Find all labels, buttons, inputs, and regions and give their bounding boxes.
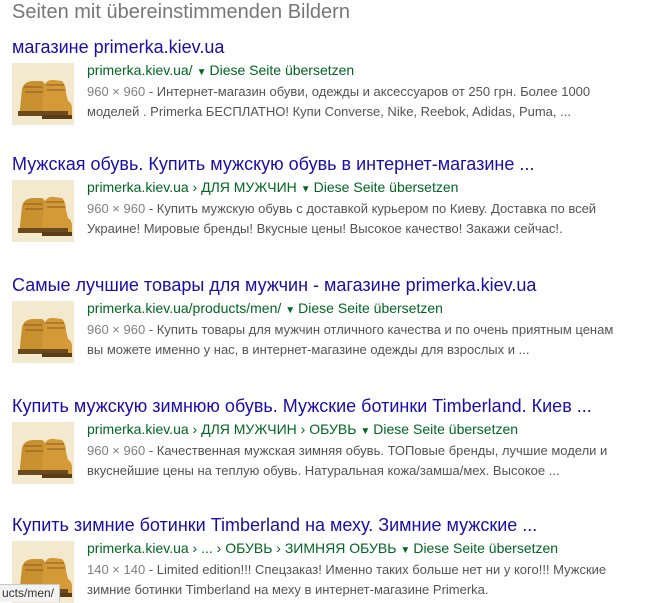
image-dimensions: 960 × 960 (87, 84, 146, 99)
result-url-line: primerka.kiev.ua › ДЛЯ МУЖЧИН ▼ Diese Seit… (87, 178, 667, 199)
dropdown-arrow-icon[interactable]: ▼ (301, 184, 311, 195)
dropdown-arrow-icon[interactable]: ▼ (400, 545, 410, 556)
result-title-link[interactable]: Мужская обувь. Купить мужскую обувь в ин… (12, 153, 662, 175)
result-snippet: 960 × 960 - Купить мужскую обувь с доста… (87, 199, 667, 239)
dropdown-arrow-icon[interactable]: ▼ (285, 305, 295, 316)
translate-link[interactable]: Diese Seite übersetzen (373, 421, 518, 437)
result-url[interactable]: primerka.kiev.ua › ДЛЯ МУЖЧИН › ОБУВЬ (87, 421, 356, 437)
translate-link[interactable]: Diese Seite übersetzen (209, 62, 354, 78)
snippet-line: вы можете именно у нас, в интернет-магаз… (87, 342, 530, 357)
result-title-link[interactable]: магазине primerka.kiev.ua (12, 36, 662, 58)
result-snippet: 960 × 960 - Купить товары для мужчин отл… (87, 320, 667, 360)
snippet-line: - Limited edition!!! Спецзаказ! Именно т… (145, 562, 607, 577)
result-title-link[interactable]: Купить зимние ботинки Timberland на меху… (12, 514, 662, 536)
search-result: магазине primerka.kiev.ua primerka.kiev.… (12, 36, 662, 125)
search-result: Купить зимние ботинки Timberland на меху… (12, 514, 662, 603)
status-bar-url: ucts/men/ (0, 584, 61, 602)
result-snippet: 140 × 140 - Limited edition!!! Спецзаказ… (87, 560, 667, 600)
translate-link[interactable]: Diese Seite übersetzen (413, 540, 558, 556)
image-dimensions: 960 × 960 (87, 322, 146, 337)
boot-thumbnail[interactable] (12, 422, 74, 484)
result-title-link[interactable]: Купить мужскую зимнюю обувь. Мужские бот… (12, 395, 662, 417)
search-result: Купить мужскую зимнюю обувь. Мужские бот… (12, 395, 662, 484)
snippet-line: - Купить товары для мужчин отличного кач… (145, 322, 614, 337)
result-title-link[interactable]: Самые лучшие товары для мужчин - магазин… (12, 274, 662, 296)
boot-thumbnail[interactable] (12, 63, 74, 125)
search-result: Самые лучшие товары для мужчин - магазин… (12, 274, 662, 363)
translate-link[interactable]: Diese Seite übersetzen (314, 179, 459, 195)
boot-thumbnail[interactable] (12, 180, 74, 242)
snippet-line: - Интернет-магазин обуви, одежды и аксес… (145, 84, 591, 99)
result-snippet: 960 × 960 - Качественная мужская зимняя … (87, 441, 667, 481)
result-url[interactable]: primerka.kiev.ua/products/men/ (87, 300, 281, 316)
image-dimensions: 960 × 960 (87, 443, 146, 458)
snippet-line: моделей . Primerka БЕСПЛАТНО! Купи Conve… (87, 104, 571, 119)
dropdown-arrow-icon[interactable]: ▼ (197, 67, 207, 78)
image-dimensions: 960 × 960 (87, 201, 146, 216)
result-url-line: primerka.kiev.ua › ДЛЯ МУЖЧИН › ОБУВЬ ▼ Di… (87, 420, 667, 441)
result-url-line: primerka.kiev.ua › ... › ОБУВЬ › ЗИМНЯЯ … (87, 539, 667, 560)
snippet-line: - Качественная мужская зимняя обувь. ТОП… (145, 443, 608, 458)
boot-thumbnail[interactable] (12, 301, 74, 363)
result-url[interactable]: primerka.kiev.ua › ДЛЯ МУЖЧИН (87, 179, 297, 195)
result-snippet: 960 × 960 - Интернет-магазин обуви, одеж… (87, 82, 667, 122)
snippet-line: Украине! Мировые бренды! Вкусные цены! В… (87, 221, 563, 236)
result-url[interactable]: primerka.kiev.ua › ... › ОБУВЬ › ЗИМНЯЯ … (87, 540, 396, 556)
section-heading: Seiten mit übereinstimmenden Bildern (12, 1, 350, 23)
snippet-line: зимние ботинки Timberland на меху в инте… (87, 582, 489, 597)
image-dimensions: 140 × 140 (87, 562, 146, 577)
translate-link[interactable]: Diese Seite übersetzen (298, 300, 443, 316)
search-result: Мужская обувь. Купить мужскую обувь в ин… (12, 153, 662, 242)
result-url[interactable]: primerka.kiev.ua/ (87, 62, 193, 78)
snippet-line: вкуснейшие цены на теплую обувь. Натурал… (87, 463, 560, 478)
result-url-line: primerka.kiev.ua/ ▼ Diese Seite übersetzen (87, 61, 667, 82)
dropdown-arrow-icon[interactable]: ▼ (360, 426, 370, 437)
snippet-line: - Купить мужскую обувь с доставкой курье… (145, 201, 597, 216)
result-url-line: primerka.kiev.ua/products/men/ ▼ Diese Sei… (87, 299, 667, 320)
